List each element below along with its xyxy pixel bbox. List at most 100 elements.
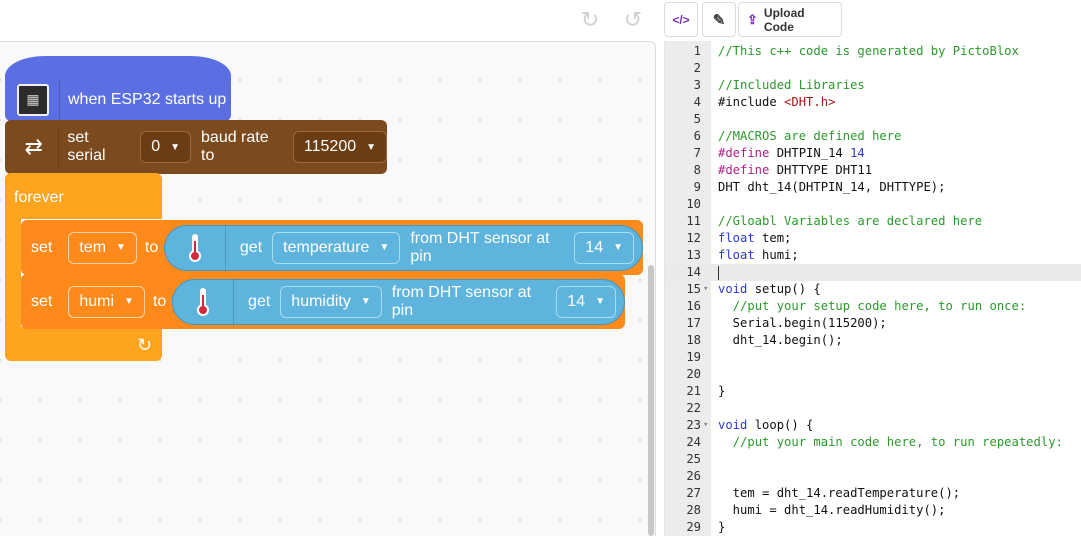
reading-dropdown-temperature[interactable]: temperature ▼	[272, 231, 401, 264]
code-line[interactable]: 29}	[665, 519, 1081, 536]
code-line[interactable]: 15 ▾ void setup() {	[665, 281, 1081, 298]
code-line[interactable]: 21}	[665, 383, 1081, 400]
code-text: }	[718, 520, 726, 534]
fold-arrow-icon[interactable]: ▾	[703, 281, 708, 298]
toolbar: ↻ ↺ </> ✎ ⇪ Upload Code	[0, 0, 1081, 41]
hat-label: when ESP32 starts up	[68, 90, 227, 108]
block-divider	[59, 79, 60, 120]
code-line[interactable]: 5	[665, 111, 1081, 128]
code-line[interactable]: 2	[665, 60, 1081, 77]
set-serial-baud-block[interactable]: ⇄ set serial 0 ▼ baud rate to 115200 ▼	[5, 120, 388, 174]
code-line[interactable]: 17 Serial.begin(115200);	[665, 315, 1081, 332]
code-text: //Gloabl Variables are declared here	[718, 214, 983, 228]
code-text: dht_14.begin();	[718, 333, 843, 347]
workspace-scrollbar[interactable]	[648, 265, 654, 536]
code-line[interactable]: 22	[665, 400, 1081, 417]
code-line[interactable]: 12 float tem;	[665, 230, 1081, 247]
pictoblox-window: ↻ ↺ </> ✎ ⇪ Upload Code ▦ when ESP32 sta…	[0, 0, 1081, 536]
code-line[interactable]: 19	[665, 349, 1081, 366]
tools-button[interactable]: ✎	[702, 2, 736, 37]
chevron-down-icon: ▼	[124, 296, 134, 307]
line-number: 16	[686, 299, 701, 313]
line-number: 6	[693, 129, 701, 143]
line-number: 5	[693, 112, 701, 126]
code-view-button[interactable]: </>	[664, 2, 698, 37]
code-line[interactable]: 10	[665, 196, 1081, 213]
dht-humidity-reporter[interactable]: get humidity ▼ from DHT sensor at pin 14 ▼	[172, 278, 625, 325]
upload-code-button[interactable]: ⇪ Upload Code	[738, 2, 842, 37]
code-text: //This c++ code is generated by PictoBlo…	[718, 44, 1019, 58]
line-number: 10	[686, 197, 701, 211]
when-esp32-starts-block[interactable]: ▦ when ESP32 starts up	[5, 56, 231, 121]
serial-port-value: 0	[151, 138, 161, 155]
line-number: 3	[693, 78, 701, 92]
code-line[interactable]: 16 //put your setup code here, to run on…	[665, 298, 1081, 315]
code-line[interactable]: 18 dht_14.begin();	[665, 332, 1081, 349]
line-number: 2	[693, 61, 701, 75]
serial-arrows-icon: ⇄	[24, 134, 43, 159]
line-number: 4	[693, 95, 701, 109]
line-number: 13	[686, 248, 701, 262]
set-label: set	[31, 292, 53, 310]
set-humi-block[interactable]: set humi ▼ to get humidity ▼ from DHT sens…	[21, 274, 625, 329]
serial-port-dropdown[interactable]: 0 ▼	[140, 131, 192, 163]
code-line[interactable]: 25	[665, 451, 1081, 468]
code-line[interactable]: 28 humi = dht_14.readHumidity();	[665, 502, 1081, 519]
redo-icon[interactable]: ↻	[579, 9, 601, 31]
code-text: //put your setup code here, to run once:	[732, 299, 1027, 313]
code-line[interactable]: 27 tem = dht_14.readTemperature();	[665, 485, 1081, 502]
variable-dropdown-tem[interactable]: tem ▼	[68, 231, 137, 264]
code-text: tem = dht_14.readTemperature();	[718, 486, 961, 500]
code-line[interactable]: 4 #include <DHT.h>	[665, 94, 1081, 111]
line-number: 22	[686, 401, 701, 415]
code-line[interactable]: 8 #define DHTTYPE DHT11	[665, 162, 1081, 179]
to-label: to	[144, 238, 159, 256]
code-text: void loop() {	[718, 418, 814, 432]
baud-rate-dropdown[interactable]: 115200 ▼	[292, 131, 388, 163]
line-number: 1	[693, 44, 701, 58]
code-line[interactable]: 14	[665, 264, 1081, 281]
baud-label: baud rate to	[201, 129, 269, 164]
code-editor[interactable]: 1 //This c++ code is generated by PictoBl…	[664, 41, 1081, 536]
line-number: 28	[686, 503, 701, 517]
pin-dropdown[interactable]: 14 ▼	[556, 285, 616, 318]
code-text: //MACROS are defined here	[718, 129, 902, 143]
block-divider	[233, 278, 235, 325]
dht-temperature-reporter[interactable]: get temperature ▼ from DHT sensor at pin …	[164, 224, 643, 271]
code-text: void setup() {	[718, 282, 821, 296]
code-text: float tem;	[718, 231, 792, 245]
code-line[interactable]: 6 //MACROS are defined here	[665, 128, 1081, 145]
variable-dropdown-humi[interactable]: humi ▼	[68, 285, 145, 318]
code-text: #define DHTTYPE DHT11	[718, 163, 873, 177]
line-number: 21	[686, 384, 701, 398]
code-line[interactable]: 3 //Included Libraries	[665, 77, 1081, 94]
thermometer-icon	[179, 231, 211, 265]
chevron-down-icon: ▼	[613, 242, 623, 253]
line-number: 20	[686, 367, 701, 381]
fold-arrow-icon[interactable]: ▾	[703, 417, 708, 434]
pin-dropdown[interactable]: 14 ▼	[574, 231, 634, 264]
reading-dropdown-humidity[interactable]: humidity ▼	[280, 285, 382, 318]
line-number: 23	[686, 418, 701, 432]
code-line[interactable]: 20	[665, 366, 1081, 383]
line-number: 14	[686, 265, 701, 279]
code-line[interactable]: 1 //This c++ code is generated by PictoBl…	[665, 43, 1081, 60]
upload-icon: ⇪	[747, 11, 758, 27]
code-line[interactable]: 11 //Gloabl Variables are declared here	[665, 213, 1081, 230]
set-tem-block[interactable]: set tem ▼ to get temperature ▼ from DHT se…	[21, 220, 643, 275]
undo-icon[interactable]: ↺	[622, 9, 644, 31]
line-number: 7	[693, 146, 701, 160]
upload-code-label: Upload Code	[763, 5, 805, 34]
code-line[interactable]: 23 ▾ void loop() {	[665, 417, 1081, 434]
line-number: 8	[693, 163, 701, 177]
line-number: 27	[686, 486, 701, 500]
code-text: humi = dht_14.readHumidity();	[718, 503, 946, 517]
code-line[interactable]: 7 #define DHTPIN_14 14	[665, 145, 1081, 162]
pin-value: 14	[585, 238, 604, 256]
code-line[interactable]: 26	[665, 468, 1081, 485]
code-line[interactable]: 9 DHT dht_14(DHTPIN_14, DHTTYPE);	[665, 179, 1081, 196]
code-icon: </>	[672, 12, 690, 27]
from-sensor-label: from DHT sensor at pin	[391, 283, 532, 319]
code-line[interactable]: 24 //put your main code here, to run rep…	[665, 434, 1081, 451]
code-line[interactable]: 13 float humi;	[665, 247, 1081, 264]
